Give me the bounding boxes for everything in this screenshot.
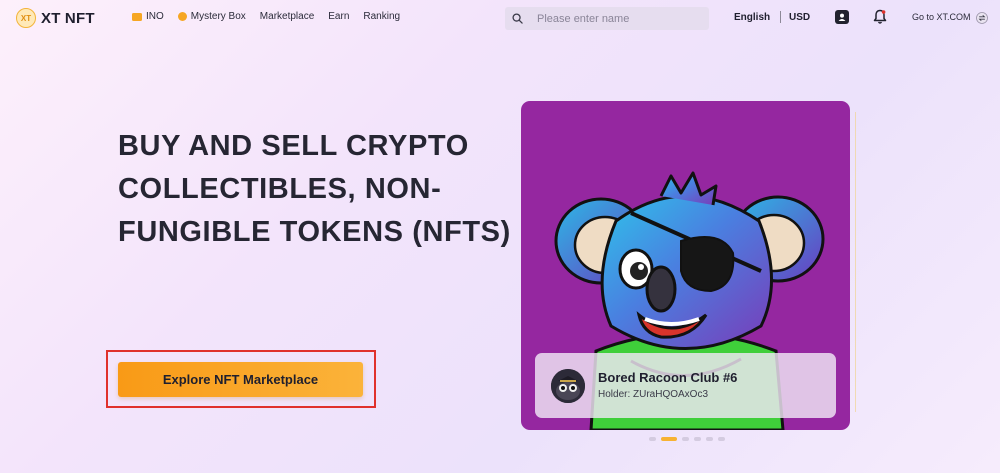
nav-item-label: Earn — [328, 11, 350, 22]
exchange-icon[interactable] — [976, 11, 988, 24]
go-to-xt-link[interactable]: Go to XT.COM — [912, 12, 971, 22]
carousel-dot[interactable] — [718, 437, 725, 441]
carousel-next-peek — [855, 112, 856, 412]
bell-icon[interactable] — [873, 9, 887, 25]
carousel-dot[interactable] — [694, 437, 701, 441]
nav-item-mystery-box[interactable]: Mystery Box — [177, 11, 246, 22]
search-bar — [505, 7, 709, 30]
nav-item-label: Mystery Box — [190, 11, 246, 22]
nav-item-label: INO — [146, 11, 164, 22]
nft-avatar — [551, 369, 585, 403]
user-icon[interactable] — [835, 10, 849, 24]
xt-logo-icon: XT — [16, 8, 36, 28]
nav-item-earn[interactable]: Earn — [328, 11, 349, 22]
explore-marketplace-button[interactable]: Explore NFT Marketplace — [118, 362, 363, 397]
carousel-dot-active[interactable] — [661, 437, 677, 441]
brand-logo[interactable]: XT XT NFT — [16, 8, 95, 28]
main-nav: INO Mystery Box Marketplace Earn Ranking — [132, 11, 400, 22]
hero-headline: BUY AND SELL CRYPTO COLLECTIBLES, NON-FU… — [118, 130, 511, 248]
carousel-dot[interactable] — [649, 437, 656, 441]
search-icon[interactable] — [505, 13, 529, 24]
nft-title: Bored Racoon Club #6 — [598, 370, 738, 385]
nav-item-label: Ranking — [363, 11, 401, 22]
nft-holder: Holder: ZUraHQOAxOc3 — [598, 389, 709, 400]
carousel-dot[interactable] — [706, 437, 713, 441]
nav-item-ino[interactable]: INO — [132, 11, 164, 22]
search-input[interactable] — [537, 12, 707, 25]
nav-item-label: Marketplace — [259, 11, 315, 22]
header-divider — [780, 11, 781, 23]
currency-selector[interactable]: USD — [789, 12, 810, 23]
language-selector[interactable]: English — [734, 12, 770, 23]
carousel-dot[interactable] — [682, 437, 689, 441]
ticket-icon — [132, 12, 142, 21]
nav-item-marketplace[interactable]: Marketplace — [260, 11, 314, 22]
nav-item-ranking[interactable]: Ranking — [363, 11, 400, 22]
nft-info-overlay[interactable]: Bored Racoon Club #6 Holder: ZUraHQOAxOc… — [535, 353, 836, 418]
top-nav-bar: XT XT NFT INO Mystery Box Marketplace Ea… — [0, 0, 1000, 36]
brand-name: XT NFT — [41, 9, 95, 27]
carousel-indicators — [649, 437, 725, 441]
coin-icon — [177, 12, 187, 21]
